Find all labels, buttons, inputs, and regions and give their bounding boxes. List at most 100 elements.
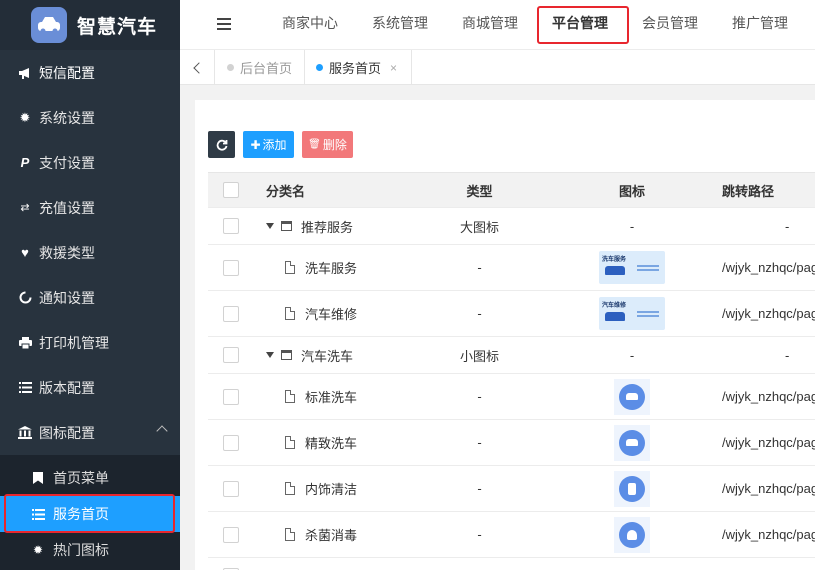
sidebar-item-label: 支付设置 [39,154,95,171]
row-checkbox[interactable] [223,558,239,570]
table-row[interactable]: 推荐服务 大图标 - - [208,208,815,245]
close-icon[interactable]: × [390,61,397,75]
table-row[interactable]: 杀菌消毒 - /wjyk_nzhqc/pag [208,512,815,558]
row-name: 标准洗车 [305,390,358,405]
brand-title: 智慧汽车 [77,16,158,38]
row-icon: - [629,347,635,363]
sidebar-subitem-label: 服务首页 [53,506,109,522]
row-checkbox[interactable] [223,337,239,373]
thumbnail-text: 汽车维修 [602,303,627,309]
sidebar-item-label: 图标配置 [39,424,95,441]
sidebar-item-printer-management[interactable]: 打印机管理 [0,320,180,365]
menu-toggle-icon[interactable] [217,18,231,33]
row-checkbox[interactable] [223,291,239,336]
list-icon [31,507,45,521]
car-icon [614,424,650,461]
row-type: - [477,527,482,542]
sidebar-item-notify-settings[interactable]: 通知设置 [0,275,180,320]
row-type: - [477,481,482,496]
sidebar-item-system-settings[interactable]: ✹ 系统设置 [0,95,180,140]
brand[interactable]: 智慧汽车 [0,0,180,50]
topnav-promotion-management[interactable]: 推广管理 [722,0,798,50]
sidebar-item-sms-config[interactable]: 短信配置 [0,50,180,95]
page-tab-service-home[interactable]: 服务首页 × [304,50,413,85]
topnav-system-management[interactable]: 系统管理 [362,0,438,50]
topnav-platform-management[interactable]: 平台管理 [542,0,618,50]
topnav-member-management[interactable]: 会员管理 [632,0,708,50]
name-cell: 标准洗车 [266,374,357,419]
row-name: 推荐服务 [301,219,354,235]
table-row[interactable] [208,558,815,570]
row-checkbox[interactable] [223,420,239,465]
main-content: ✚ 添加 🗑 删除 分类名 类型 图标 跳转路径 推荐服务 大图标 - - 洗车… [195,100,815,570]
sidebar-item-label: 通知设置 [39,289,95,306]
table-row[interactable]: 汽车洗车 小图标 - - [208,337,815,374]
sidebar-subitem-service-home[interactable]: 服务首页 [0,496,180,532]
name-cell: 杀菌消毒 [266,512,357,557]
row-thumbnail [582,420,682,465]
row-checkbox[interactable] [223,512,239,557]
row-path: /wjyk_nzhqc/pag [722,306,815,321]
sidebar-item-recharge-settings[interactable]: ⇄ 充值设置 [0,185,180,230]
row-thumbnail: 洗车服务 [582,245,682,290]
row-name: 汽车洗车 [301,348,354,364]
topnav-mall-management[interactable]: 商城管理 [452,0,528,50]
row-checkbox[interactable] [223,374,239,419]
status-dot-icon [316,64,323,71]
page-tab-admin-home[interactable]: 后台首页 [215,50,306,85]
row-checkbox[interactable] [223,208,239,244]
caret-down-icon[interactable] [266,223,274,229]
car-wash-banner-image: 洗车服务 [599,251,665,284]
table-row[interactable]: 精致洗车 - /wjyk_nzhqc/pag [208,420,815,466]
row-name: 内饰清洁 [305,482,358,497]
file-icon [285,436,295,449]
heart-icon: ♥ [21,245,29,260]
name-cell: 汽车洗车 [266,337,353,373]
select-all-checkbox[interactable] [223,173,239,207]
header-icon: 图标 [618,183,645,199]
megaphone-icon [17,65,33,81]
sidebar-item-rescue-type[interactable]: ♥ 救援类型 [0,230,180,275]
paypal-icon: P [20,155,30,170]
header-path: 跳转路径 [722,183,775,199]
name-cell: 汽车维修 [266,291,357,336]
row-path: - [785,218,790,234]
thumbnail-text: 洗车服务 [602,257,627,263]
add-button[interactable]: ✚ 添加 [243,131,294,158]
topnav-merchant-center[interactable]: 商家中心 [272,0,348,50]
sidebar-item-version-config[interactable]: 版本配置 [0,365,180,410]
table-row[interactable]: 洗车服务 - 洗车服务 /wjyk_nzhqc/pag [208,245,815,291]
car-icon [31,7,67,43]
row-thumbnail [582,466,682,511]
sidebar-item-label: 版本配置 [39,379,95,396]
sidebar-subitem-home-menu[interactable]: 首页菜单 [0,460,180,496]
caret-down-icon[interactable] [266,352,274,358]
table-row[interactable]: 内饰清洁 - /wjyk_nzhqc/pag [208,466,815,512]
folder-icon [281,350,292,360]
sidebar-item-label: 短信配置 [39,64,95,81]
refresh-button[interactable] [208,131,235,158]
row-path: /wjyk_nzhqc/pag [722,527,815,542]
table-row[interactable]: 标准洗车 - /wjyk_nzhqc/pag [208,374,815,420]
sidebar-item-payment-settings[interactable]: P 支付设置 [0,140,180,185]
row-checkbox[interactable] [223,245,239,290]
sidebar-subitem-hot-icons[interactable]: ✹ 热门图标 [0,532,180,568]
row-path: /wjyk_nzhqc/pag [722,435,815,450]
row-name: 汽车维修 [305,307,358,322]
chevron-left-icon[interactable] [180,50,215,85]
category-table: 分类名 类型 图标 跳转路径 推荐服务 大图标 - - 洗车服务 - 洗车服务 … [208,172,815,570]
sidebar-item-icon-config[interactable]: 图标配置 [0,410,180,455]
row-path: - [785,347,790,363]
table-row[interactable]: 汽车维修 - 汽车维修 /wjyk_nzhqc/pag [208,291,815,337]
row-checkbox[interactable] [223,466,239,511]
table-header-row: 分类名 类型 图标 跳转路径 [208,172,815,208]
name-cell: 推荐服务 [266,208,353,244]
top-nav: 商家中心 系统管理 商城管理 平台管理 会员管理 推广管理 [180,0,815,50]
delete-button[interactable]: 🗑 删除 [302,131,353,158]
plus-icon: ✚ [250,137,261,152]
file-icon [285,261,295,274]
spray-bottle-icon [614,470,650,507]
delete-button-label: 删除 [322,138,347,152]
car-repair-banner-image: 汽车维修 [599,297,665,330]
row-name: 精致洗车 [305,436,358,451]
